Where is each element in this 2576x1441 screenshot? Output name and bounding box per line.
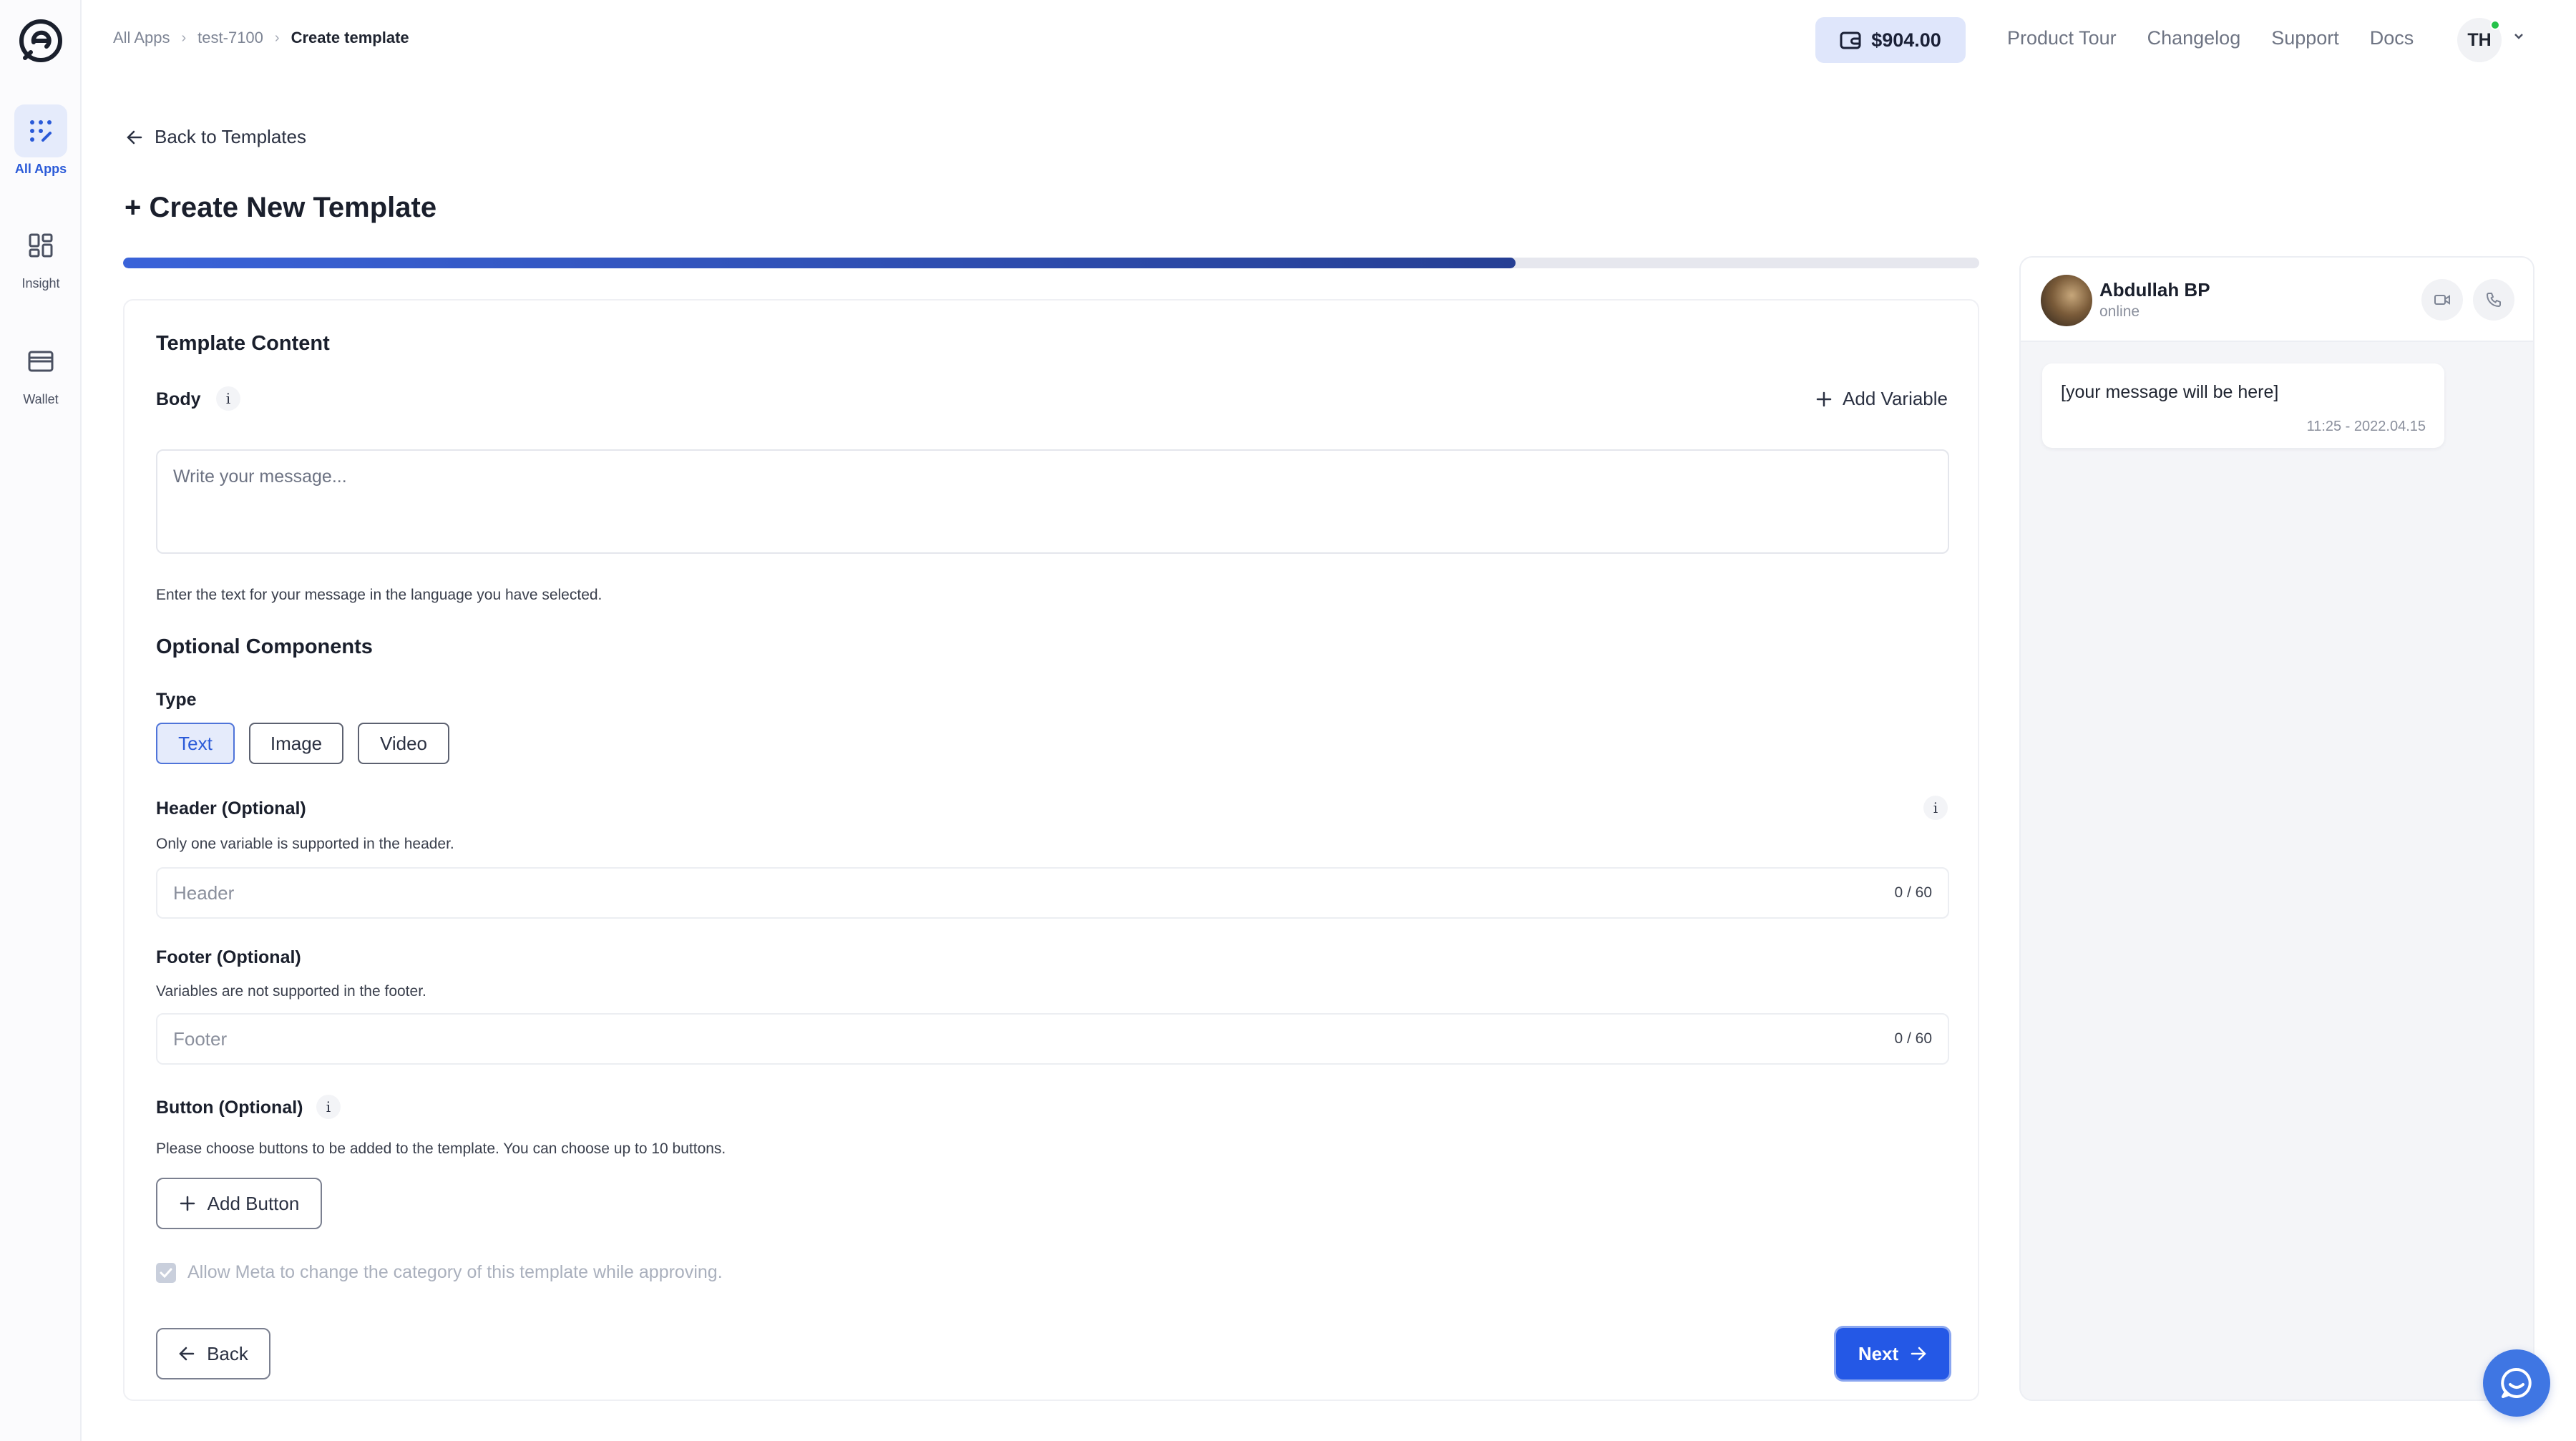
back-button-label: Back	[207, 1342, 248, 1364]
button-label: Button (Optional)	[156, 1098, 303, 1118]
info-icon[interactable]: i	[1923, 796, 1948, 820]
header-placeholder: Header	[173, 881, 235, 904]
sidebar-item-insight[interactable]: Insight	[0, 219, 82, 291]
footer-input[interactable]: Footer 0 / 60	[156, 1013, 1949, 1065]
type-video-button[interactable]: Video	[358, 723, 449, 764]
wallet-balance: $904.00	[1871, 29, 1941, 51]
allow-meta-checkbox[interactable]	[156, 1262, 176, 1283]
breadcrumb-current: Create template	[291, 29, 409, 47]
brand-logo-icon[interactable]	[18, 18, 64, 64]
apps-icon	[14, 104, 67, 157]
header-input[interactable]: Header 0 / 60	[156, 867, 1949, 919]
info-icon[interactable]: i	[316, 1095, 341, 1119]
back-to-templates-label: Back to Templates	[155, 126, 306, 147]
body-label: Body	[156, 389, 201, 409]
sidebar-item-all-apps[interactable]: All Apps	[0, 104, 82, 177]
breadcrumb-item-all-apps[interactable]: All Apps	[113, 29, 170, 47]
allow-meta-label: Allow Meta to change the category of thi…	[187, 1262, 723, 1282]
contact-avatar	[2041, 275, 2092, 326]
chat-support-button[interactable]	[2483, 1349, 2550, 1417]
support-link[interactable]: Support	[2271, 27, 2339, 49]
sidebar-item-label: Wallet	[23, 392, 59, 406]
arrow-left-icon	[179, 1347, 195, 1361]
next-button[interactable]: Next	[1836, 1328, 1949, 1379]
progress-fill	[123, 258, 1516, 268]
message-preview-panel: Abdullah BP online [your message will be…	[2019, 256, 2534, 1401]
chevron-right-icon: ›	[181, 29, 187, 46]
plus-icon	[180, 1196, 195, 1211]
wallet-icon	[14, 335, 67, 388]
footer-label: Footer (Optional)	[156, 947, 301, 967]
header-char-count: 0 / 60	[1894, 884, 1932, 901]
breadcrumb: All Apps › test-7100 › Create template	[113, 29, 409, 47]
sidebar: All Apps Insight Wallet	[0, 0, 82, 1441]
breadcrumb-item-app[interactable]: test-7100	[197, 29, 263, 47]
sidebar-item-label: All Apps	[14, 162, 67, 176]
contact-name: Abdullah BP	[2099, 279, 2210, 301]
allow-meta-checkbox-row: Allow Meta to change the category of thi…	[156, 1262, 723, 1283]
back-button[interactable]: Back	[156, 1328, 270, 1379]
add-button-button[interactable]: Add Button	[156, 1178, 322, 1229]
type-image-button[interactable]: Image	[249, 723, 343, 764]
video-call-icon[interactable]	[2421, 279, 2463, 321]
preview-message: [your message will be here]	[2061, 382, 2279, 402]
header-help-text: Only one variable is supported in the he…	[156, 836, 454, 852]
body-help-text: Enter the text for your message in the l…	[156, 587, 602, 603]
progress-bar	[123, 258, 1979, 268]
page-title: + Create New Template	[125, 192, 437, 223]
template-form-card: Template Content Body i Add Variable Wri…	[123, 299, 1979, 1401]
wallet-icon	[1840, 31, 1861, 49]
top-nav: Product Tour Changelog Support Docs	[2007, 27, 2414, 49]
back-to-templates-link[interactable]: Back to Templates	[126, 126, 306, 148]
section-title: Template Content	[156, 332, 330, 355]
insight-icon	[14, 219, 67, 272]
docs-link[interactable]: Docs	[2370, 27, 2414, 49]
type-text-button[interactable]: Text	[156, 723, 235, 764]
sidebar-item-label: Insight	[21, 276, 60, 290]
preview-timestamp: 11:25 - 2022.04.15	[2306, 419, 2426, 434]
next-button-label: Next	[1858, 1342, 1899, 1364]
phone-icon[interactable]	[2473, 279, 2514, 321]
changelog-link[interactable]: Changelog	[2147, 27, 2241, 49]
wallet-balance-button[interactable]: $904.00	[1815, 17, 1966, 63]
add-variable-label: Add Variable	[1843, 388, 1948, 409]
footer-placeholder: Footer	[173, 1027, 228, 1050]
chevron-right-icon: ›	[274, 29, 280, 46]
add-variable-button[interactable]: Add Variable	[1815, 388, 1948, 410]
arrow-left-icon	[127, 130, 142, 144]
contact-status: online	[2099, 303, 2140, 320]
optional-components-title: Optional Components	[156, 635, 373, 658]
button-help-text: Please choose buttons to be added to the…	[156, 1140, 726, 1157]
sidebar-item-wallet[interactable]: Wallet	[0, 335, 82, 407]
chat-bubble-icon	[2501, 1367, 2532, 1398]
type-label: Type	[156, 690, 197, 710]
arrow-right-icon	[1911, 1347, 1926, 1361]
user-initials: TH	[2467, 29, 2492, 50]
check-icon	[160, 1268, 172, 1278]
preview-header: Abdullah BP online	[2021, 258, 2533, 342]
product-tour-link[interactable]: Product Tour	[2007, 27, 2117, 49]
message-bubble: [your message will be here] 11:25 - 2022…	[2042, 363, 2444, 448]
footer-char-count: 0 / 60	[1894, 1030, 1932, 1047]
online-status-dot	[2490, 20, 2500, 30]
add-button-label: Add Button	[207, 1192, 300, 1214]
body-placeholder: Write your message...	[173, 467, 347, 487]
footer-help-text: Variables are not supported in the foote…	[156, 983, 426, 1000]
chevron-down-icon[interactable]	[2513, 31, 2524, 44]
header-label: Header (Optional)	[156, 798, 306, 819]
info-icon[interactable]: i	[216, 386, 240, 411]
body-textarea[interactable]: Write your message...	[156, 449, 1949, 554]
plus-icon	[1816, 391, 1832, 406]
